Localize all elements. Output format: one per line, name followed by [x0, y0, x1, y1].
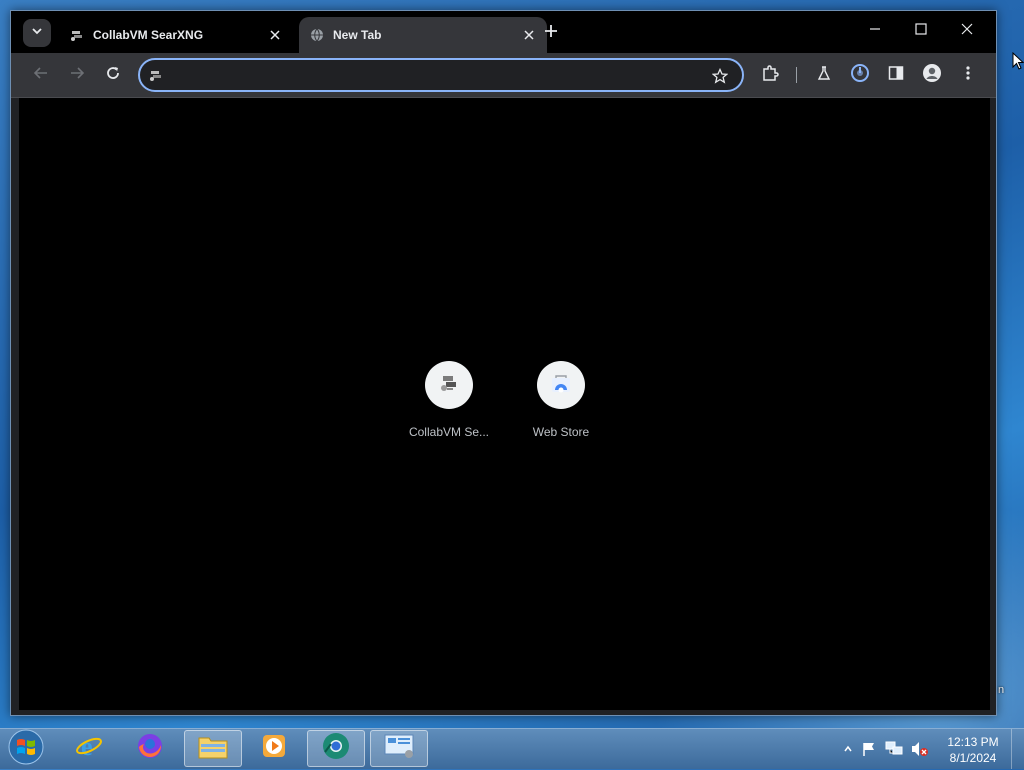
bookmark-star-icon[interactable] — [710, 66, 730, 86]
firefox-icon — [135, 731, 165, 766]
taskbar-media-player[interactable] — [245, 730, 303, 767]
clock-date: 8/1/2024 — [949, 751, 997, 765]
close-icon[interactable] — [519, 25, 539, 45]
taskbar: e 12:13 PM 8/1/2024 — [0, 728, 1024, 769]
tab-new-tab[interactable]: New Tab — [299, 17, 547, 53]
shortcut-label: CollabVM Se... — [408, 425, 490, 439]
forward-button[interactable] — [63, 61, 91, 89]
maximize-icon — [915, 22, 927, 40]
shortcut-icon-circle — [537, 361, 585, 409]
web-store-icon — [550, 372, 572, 399]
shortcut-label: Web Store — [532, 425, 590, 439]
minimize-icon — [869, 22, 881, 40]
puzzle-icon — [761, 64, 779, 87]
address-input[interactable] — [172, 60, 706, 92]
svg-text:e: e — [81, 732, 93, 761]
tab-strip: CollabVM SearXNG New Tab — [11, 11, 996, 53]
tab-collabvm-searxng[interactable]: CollabVM SearXNG — [59, 17, 293, 53]
tab-search-button[interactable] — [23, 19, 51, 47]
taskbar-chrome[interactable] — [307, 730, 365, 767]
system-tray — [843, 729, 937, 769]
chrome-icon — [320, 730, 352, 767]
arrow-right-icon — [69, 65, 85, 86]
desktop-icon-label-fragment: n — [998, 684, 1005, 696]
browser-toolbar — [11, 53, 996, 98]
action-center-flag-icon[interactable] — [861, 741, 877, 757]
file-explorer-icon — [197, 732, 229, 765]
speedometer-icon — [850, 63, 870, 88]
volume-muted-icon[interactable] — [911, 741, 929, 757]
media-player-icon — [260, 732, 288, 765]
collabvm-favicon — [148, 67, 164, 83]
new-tab-button[interactable] — [539, 21, 563, 45]
shortcut-collabvm[interactable]: CollabVM Se... — [401, 361, 497, 439]
address-bar[interactable] — [138, 58, 744, 92]
arrow-left-icon — [33, 65, 49, 86]
labs-button[interactable] — [810, 61, 838, 89]
taskbar-control-panel[interactable] — [370, 730, 428, 767]
menu-button[interactable] — [954, 61, 982, 89]
chevron-down-icon — [31, 24, 43, 42]
tab-title: New Tab — [333, 28, 382, 42]
show-hidden-icons-icon[interactable] — [843, 744, 853, 754]
kebab-menu-icon — [965, 65, 971, 86]
toolbar-separator — [796, 67, 797, 83]
close-window-button[interactable] — [945, 17, 989, 45]
shortcut-web-store[interactable]: Web Store — [513, 361, 609, 439]
network-icon[interactable] — [885, 741, 903, 757]
start-button[interactable] — [6, 729, 46, 770]
new-tab-page: CollabVM Se... Web Store — [19, 98, 990, 710]
side-panel-button[interactable] — [882, 61, 910, 89]
control-panel-icon — [383, 732, 415, 765]
reload-icon — [105, 65, 121, 86]
taskbar-clock[interactable]: 12:13 PM 8/1/2024 — [935, 734, 1011, 766]
internet-explorer-icon: e — [74, 731, 104, 766]
minimize-button[interactable] — [853, 17, 897, 45]
mouse-cursor-icon — [1012, 51, 1024, 75]
taskbar-file-explorer[interactable] — [184, 730, 242, 767]
close-icon — [961, 22, 973, 40]
reload-button[interactable] — [99, 61, 127, 89]
collabvm-favicon — [69, 27, 85, 43]
taskbar-internet-explorer[interactable]: e — [60, 730, 118, 767]
plus-icon — [544, 24, 558, 43]
tab-title: CollabVM SearXNG — [93, 28, 204, 42]
browser-window: CollabVM SearXNG New Tab CollabVM Se... … — [10, 10, 997, 716]
collabvm-favicon — [439, 373, 459, 398]
profile-button[interactable] — [918, 61, 946, 89]
maximize-button[interactable] — [899, 17, 943, 45]
performance-button[interactable] — [846, 61, 874, 89]
windows-logo-icon — [8, 729, 44, 770]
side-panel-icon — [888, 65, 904, 86]
close-icon[interactable] — [265, 25, 285, 45]
extensions-button[interactable] — [756, 61, 784, 89]
avatar-icon — [922, 63, 942, 88]
taskbar-firefox[interactable] — [121, 730, 179, 767]
show-desktop-button[interactable] — [1011, 729, 1024, 769]
shortcut-icon-circle — [425, 361, 473, 409]
globe-icon — [309, 27, 325, 43]
clock-time: 12:13 PM — [947, 735, 999, 749]
back-button[interactable] — [27, 61, 55, 89]
flask-icon — [816, 65, 832, 86]
